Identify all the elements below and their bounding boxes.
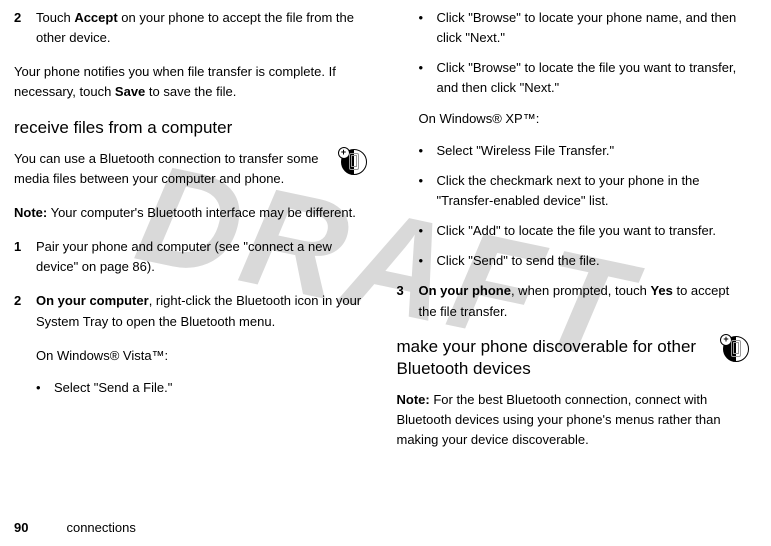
- xp-line: On Windows® XP™:: [397, 109, 750, 129]
- bullet-browse-file: • Click "Browse" to locate the file you …: [397, 58, 750, 98]
- phone-icon: [731, 340, 741, 357]
- save-label: Save: [115, 84, 145, 99]
- step-text: Pair your phone and computer (see "conne…: [36, 237, 367, 277]
- text: You can use a Bluetooth connection to tr…: [14, 149, 333, 189]
- bullet-text: Click the checkmark next to your phone i…: [437, 171, 750, 211]
- accept-label: Accept: [74, 10, 117, 25]
- bullet-text: Select "Send a File.": [54, 378, 367, 398]
- text: to save the file.: [145, 84, 236, 99]
- page-number: 90: [14, 518, 28, 538]
- page-columns: 2 Touch Accept on your phone to accept t…: [14, 8, 749, 464]
- note-text: Your computer's Bluetooth interface may …: [47, 205, 356, 220]
- phone-icon: [349, 153, 359, 170]
- step-text: Touch Accept on your phone to accept the…: [36, 8, 367, 48]
- receive-intro: You can use a Bluetooth connection to tr…: [14, 149, 367, 189]
- bullet-text: Click "Send" to send the file.: [437, 251, 750, 271]
- bullet-icon: •: [419, 251, 437, 271]
- step-number: 1: [14, 237, 36, 277]
- bluetooth-discover-icon: +: [723, 336, 749, 362]
- note-label: Note:: [397, 392, 430, 407]
- step-number: 2: [14, 8, 36, 48]
- bullet-text: Click "Add" to locate the file you want …: [437, 221, 750, 241]
- bullet-send: • Click "Send" to send the file.: [397, 251, 750, 271]
- bullet-icon: •: [419, 141, 437, 161]
- bullet-icon: •: [419, 58, 437, 98]
- text: , when prompted, touch: [511, 283, 650, 298]
- note-discoverable: Note: For the best Bluetooth connection,…: [397, 390, 750, 450]
- left-column: 2 Touch Accept on your phone to accept t…: [14, 8, 367, 464]
- bullet-icon: •: [419, 171, 437, 211]
- yes-label: Yes: [650, 283, 672, 298]
- bullet-text: Click "Browse" to locate the file you wa…: [437, 58, 750, 98]
- heading-discoverable-row: make your phone discoverable for other B…: [397, 336, 750, 390]
- plus-badge-icon: +: [338, 147, 350, 159]
- page-footer: 90 connections: [14, 518, 749, 538]
- bullet-icon: •: [36, 378, 54, 398]
- step-2-computer: 2 On your computer, right-click the Blue…: [14, 291, 367, 331]
- step-number: 2: [14, 291, 36, 331]
- bullet-icon: •: [419, 221, 437, 241]
- on-your-computer-label: On your computer: [36, 293, 149, 308]
- bullet-send-a-file: • Select "Send a File.": [14, 378, 367, 398]
- step-1-pair: 1 Pair your phone and computer (see "con…: [14, 237, 367, 277]
- section-label: connections: [66, 518, 135, 538]
- bullet-add: • Click "Add" to locate the file you wan…: [397, 221, 750, 241]
- on-your-phone-label: On your phone: [419, 283, 511, 298]
- bullet-text: Select "Wireless File Transfer.": [437, 141, 750, 161]
- note-label: Note:: [14, 205, 47, 220]
- step-text: On your phone, when prompted, touch Yes …: [419, 281, 750, 321]
- step-3-phone: 3 On your phone, when prompted, touch Ye…: [397, 281, 750, 321]
- bluetooth-transfer-icon: +: [341, 149, 367, 175]
- step-2-accept: 2 Touch Accept on your phone to accept t…: [14, 8, 367, 48]
- note-text: For the best Bluetooth connection, conne…: [397, 392, 721, 447]
- bullet-text: Click "Browse" to locate your phone name…: [437, 8, 750, 48]
- step-text: On your computer, right-click the Blueto…: [36, 291, 367, 331]
- bullet-wireless-transfer: • Select "Wireless File Transfer.": [397, 141, 750, 161]
- note-bluetooth-interface: Note: Your computer's Bluetooth interfac…: [14, 203, 367, 223]
- vista-line: On Windows® Vista™:: [14, 346, 367, 366]
- right-column: • Click "Browse" to locate your phone na…: [397, 8, 750, 464]
- bullet-browse-phone: • Click "Browse" to locate your phone na…: [397, 8, 750, 48]
- heading-receive-files: receive files from a computer: [14, 117, 367, 139]
- bullet-icon: •: [419, 8, 437, 48]
- heading-discoverable: make your phone discoverable for other B…: [397, 336, 716, 380]
- notify-paragraph: Your phone notifies you when file transf…: [14, 62, 367, 102]
- step-number: 3: [397, 281, 419, 321]
- text: Touch: [36, 10, 74, 25]
- bullet-checkmark: • Click the checkmark next to your phone…: [397, 171, 750, 211]
